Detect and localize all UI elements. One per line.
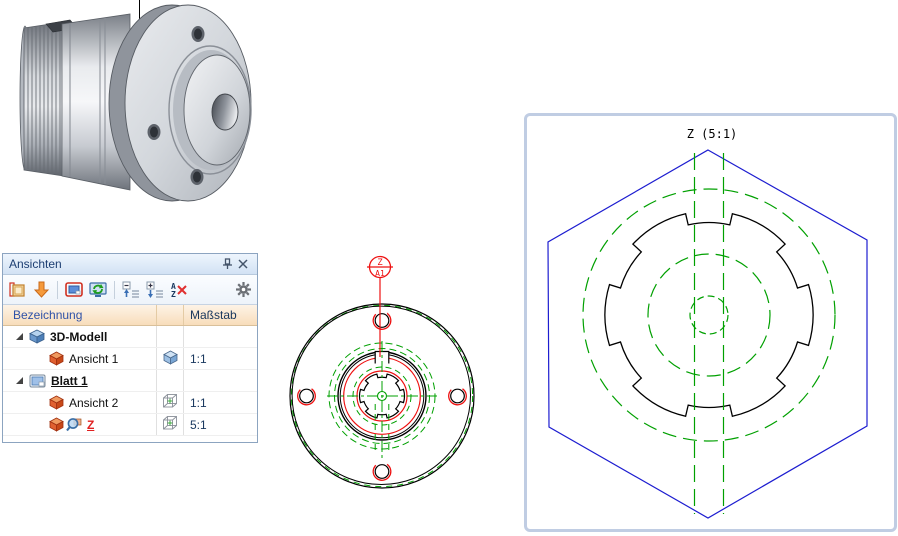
detail-view-graphic: Z (5:1) xyxy=(527,116,894,529)
pin-icon[interactable] xyxy=(219,257,235,271)
view-icon xyxy=(49,351,64,366)
column-header-icon xyxy=(156,305,183,325)
detail-view-title: Z (5:1) xyxy=(687,127,738,141)
tree-row-ansicht-2[interactable]: Ansicht 2 1:1 xyxy=(3,392,257,414)
scale-value xyxy=(183,370,257,391)
scale-value: 1:1 xyxy=(183,392,257,413)
cancel-sort-icon[interactable]: A Z xyxy=(169,280,189,300)
detail-boundary-hexagon xyxy=(548,150,867,518)
sheet-icon xyxy=(29,374,46,388)
scale-value: 1:1 xyxy=(183,348,257,369)
wire-cube-icon[interactable] xyxy=(162,415,178,434)
cad-workspace: { "window": { "background": "#ffffff" },… xyxy=(0,0,898,536)
tree-label: Z xyxy=(87,418,94,432)
shaded-cube-icon[interactable] xyxy=(163,350,178,368)
tree-row-3d-modell[interactable]: 3D-Modell xyxy=(3,326,257,348)
svg-text:Z: Z xyxy=(171,290,176,298)
scale-value xyxy=(183,326,257,347)
view-frame-icon[interactable] xyxy=(64,280,84,300)
tree-label: Ansicht 1 xyxy=(69,352,118,366)
cube-3d-icon xyxy=(29,329,45,344)
views-panel-titlebar: Ansichten xyxy=(3,254,257,275)
expand-structure-icon[interactable] xyxy=(145,280,165,300)
update-views-icon[interactable] xyxy=(88,280,108,300)
view-icon xyxy=(49,417,64,432)
callout-reference: A1 xyxy=(375,269,385,278)
tree-row-blatt-1[interactable]: Blatt 1 xyxy=(3,370,257,392)
toolbar-separator xyxy=(57,281,58,299)
close-icon[interactable] xyxy=(235,257,251,271)
front-view-graphic: Z A1 xyxy=(283,248,493,500)
column-header-name[interactable]: Bezeichnung xyxy=(3,305,156,325)
settings-gear-icon[interactable] xyxy=(233,280,253,300)
detail-view[interactable]: Z (5:1) xyxy=(527,116,894,529)
views-panel-title: Ansichten xyxy=(9,257,219,271)
3d-model-graphic xyxy=(4,0,264,220)
views-table-header: Bezeichnung Maßstab xyxy=(3,305,257,326)
tree-label: Ansicht 2 xyxy=(69,396,118,410)
tree-label: Blatt 1 xyxy=(51,374,88,388)
tree-label: 3D-Modell xyxy=(50,330,107,344)
tree-row-detail-z[interactable]: Z 5:1 xyxy=(3,414,257,436)
collapse-structure-icon[interactable] xyxy=(121,280,141,300)
expander-icon[interactable] xyxy=(13,376,25,385)
new-view-icon[interactable] xyxy=(7,280,27,300)
scale-value: 5:1 xyxy=(183,414,257,435)
views-toolbar: A Z xyxy=(3,275,257,305)
views-panel: Ansichten xyxy=(2,253,258,443)
move-view-icon[interactable] xyxy=(31,280,51,300)
toolbar-separator xyxy=(114,281,115,299)
tree-row-ansicht-1[interactable]: Ansicht 1 1:1 xyxy=(3,348,257,370)
3d-model-view[interactable] xyxy=(4,0,264,220)
magnifier-icon xyxy=(66,417,82,432)
front-view[interactable]: Z A1 xyxy=(283,248,493,500)
view-icon xyxy=(49,395,64,410)
expander-icon[interactable] xyxy=(13,332,25,341)
wire-cube-icon[interactable] xyxy=(162,393,178,412)
callout-letter: Z xyxy=(377,258,383,268)
column-header-scale[interactable]: Maßstab xyxy=(183,305,257,325)
